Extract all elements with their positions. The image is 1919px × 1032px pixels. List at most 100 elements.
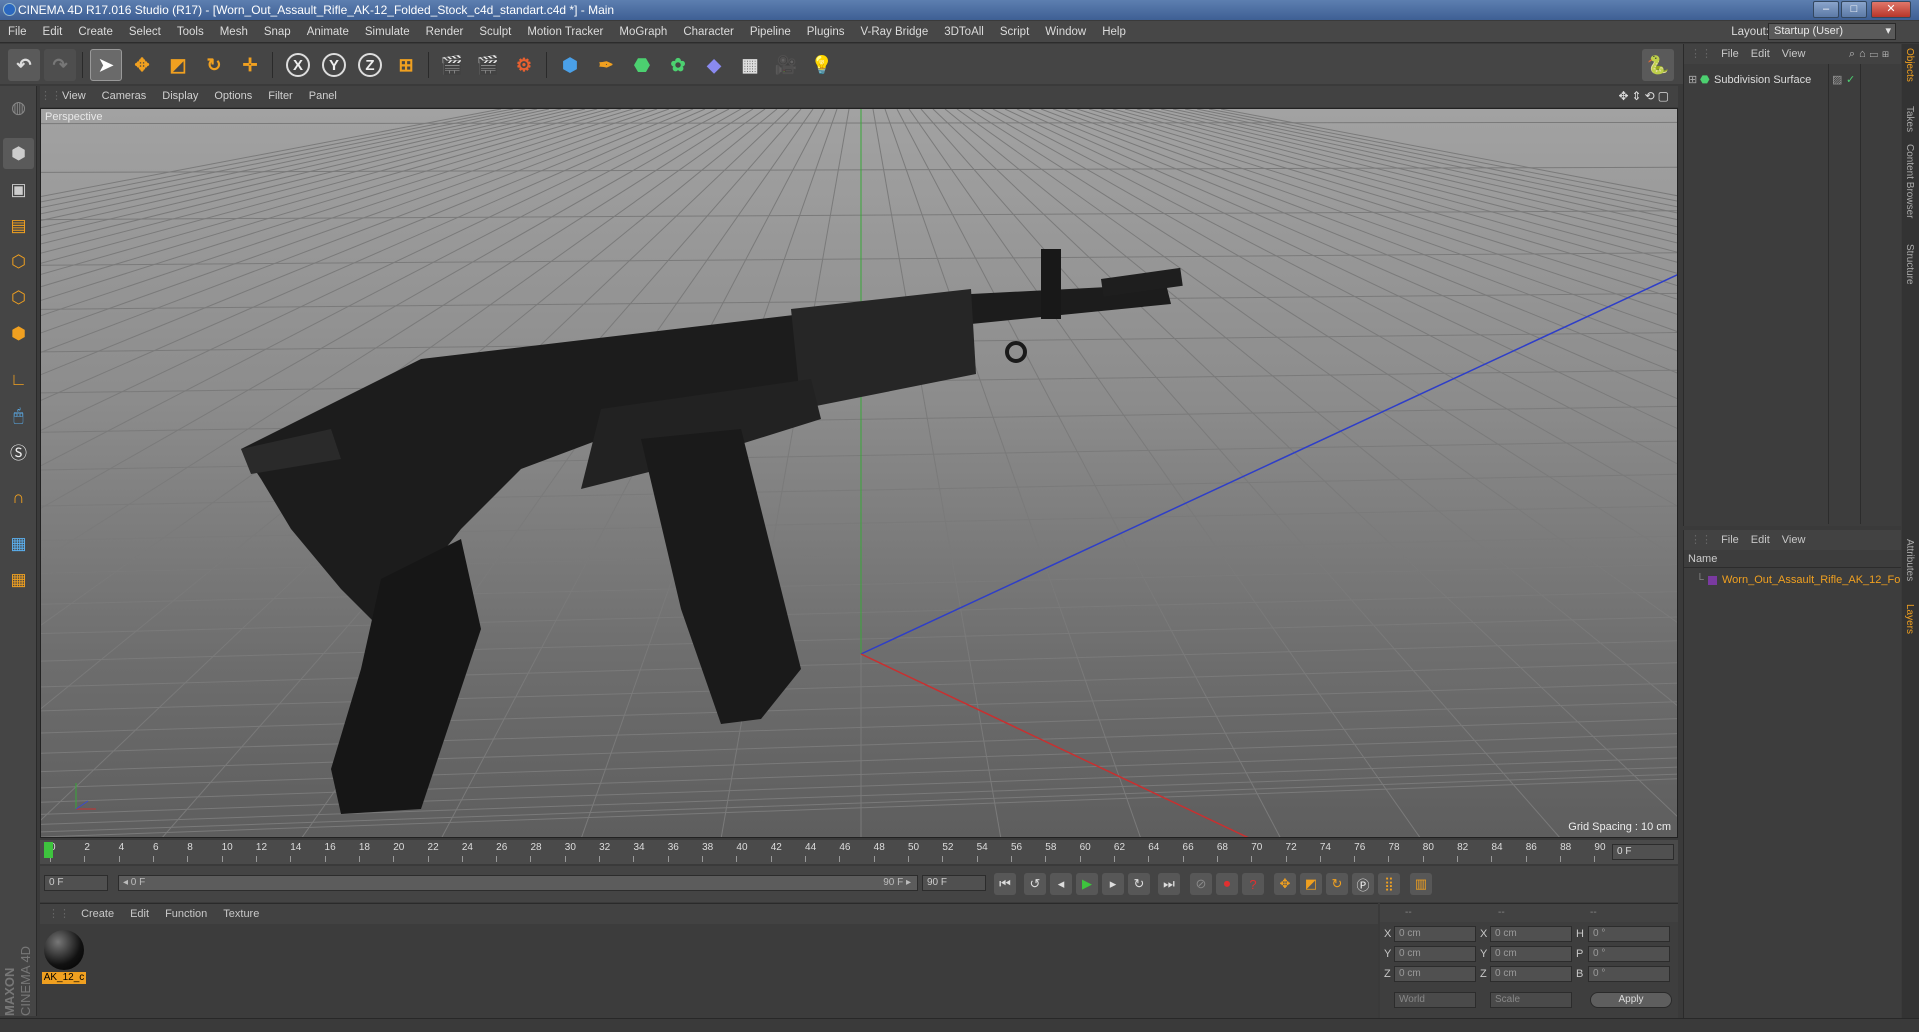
size-x-field[interactable]: 0 cm	[1490, 926, 1572, 942]
mograph-cloner-icon[interactable]: ✿	[662, 49, 694, 81]
timeline-ruler[interactable]: 0246810121416182022242628303234363840424…	[40, 840, 1678, 864]
tab-content-browser[interactable]: Content Browser	[1904, 144, 1915, 218]
viewport-menu-display[interactable]: Display	[154, 86, 206, 107]
y-axis-lock-button[interactable]: Y	[318, 49, 350, 81]
menu-motion-tracker[interactable]: Motion Tracker	[519, 21, 611, 43]
menu-3dtoall[interactable]: 3DToAll	[936, 21, 992, 43]
layer-menu-view[interactable]: View	[1776, 534, 1812, 546]
cube-primitive-icon[interactable]: ⬢	[554, 49, 586, 81]
preview-range-slider[interactable]: ◂ 0 F 90 F ▸	[118, 875, 918, 891]
material-swatch[interactable]: AK_12_c	[42, 928, 86, 984]
rotate-tool-icon[interactable]: ↻	[198, 49, 230, 81]
viewport-menu-options[interactable]: Options	[206, 86, 260, 107]
object-row[interactable]: ⊞ ⬣ Subdivision Surface ▨ ✓	[1684, 72, 1902, 88]
model-mode-icon[interactable]: ⬢	[3, 138, 34, 169]
menu-render[interactable]: Render	[418, 21, 472, 43]
next-key-icon[interactable]: ↻	[1128, 873, 1150, 895]
expand-icon[interactable]: ⊞	[1688, 72, 1697, 88]
position-x-field[interactable]: 0 cm	[1394, 926, 1476, 942]
scale-tool-icon[interactable]: ◩	[162, 49, 194, 81]
menu-snap[interactable]: Snap	[256, 21, 299, 43]
menu-mesh[interactable]: Mesh	[212, 21, 256, 43]
axis-mode-icon[interactable]: ∟	[3, 364, 34, 395]
material-menu-create[interactable]: Create	[73, 908, 122, 920]
spline-pen-icon[interactable]: ✒	[590, 49, 622, 81]
viewport-menu-filter[interactable]: Filter	[260, 86, 300, 107]
layer-menu-edit[interactable]: Edit	[1745, 534, 1776, 546]
material-menu-texture[interactable]: Texture	[215, 908, 267, 920]
tab-layers[interactable]: Layers	[1904, 604, 1915, 634]
menu-animate[interactable]: Animate	[299, 21, 357, 43]
rotation-p-field[interactable]: 0 °	[1588, 946, 1670, 962]
layout-select[interactable]: Startup (User) ▾	[1768, 23, 1896, 40]
redo-icon[interactable]: ↷	[44, 49, 76, 81]
make-editable-icon[interactable]: ◍	[3, 92, 34, 123]
viewport-menu-panel[interactable]: Panel	[301, 86, 345, 107]
world-dropdown[interactable]: World	[1394, 992, 1476, 1008]
points-mode-icon[interactable]: ⬡	[3, 246, 34, 277]
floor-environment-icon[interactable]: ▦	[734, 49, 766, 81]
autokeying-icon[interactable]: ?	[1242, 873, 1264, 895]
light-bulb-icon[interactable]: 💡	[806, 49, 838, 81]
previous-frame-icon[interactable]: ◂	[1050, 873, 1072, 895]
snap-icon[interactable]: Ⓢ	[3, 436, 34, 467]
play-icon[interactable]: ▶	[1076, 873, 1098, 895]
rotation-b-field[interactable]: 0 °	[1588, 966, 1670, 982]
position-y-field[interactable]: 0 cm	[1394, 946, 1476, 962]
menu-mograph[interactable]: MoGraph	[611, 21, 675, 43]
tab-attributes[interactable]: Attributes	[1904, 539, 1915, 581]
move-tool-icon[interactable]: ✥	[126, 49, 158, 81]
rotation-h-field[interactable]: 0 °	[1588, 926, 1670, 942]
material-menu-edit[interactable]: Edit	[122, 908, 157, 920]
workplane-lock-icon[interactable]: ▦	[3, 528, 34, 559]
key-rotation-icon[interactable]: ↻	[1326, 873, 1348, 895]
material-menu-function[interactable]: Function	[157, 908, 215, 920]
object-search-icons[interactable]: ⌕⌂▭⊞	[1849, 44, 1893, 64]
size-z-field[interactable]: 0 cm	[1490, 966, 1572, 982]
go-to-start-icon[interactable]: ⏮	[994, 873, 1016, 895]
key-position-icon[interactable]: ✥	[1274, 873, 1296, 895]
tab-structure[interactable]: Structure	[1904, 244, 1915, 285]
start-frame-field[interactable]: 0 F	[44, 875, 108, 891]
menu-edit[interactable]: Edit	[35, 21, 71, 43]
go-to-end-icon[interactable]: ⏭	[1158, 873, 1180, 895]
menu-sculpt[interactable]: Sculpt	[471, 21, 519, 43]
menu-select[interactable]: Select	[121, 21, 169, 43]
python-icon[interactable]: 🐍	[1642, 49, 1674, 81]
previous-key-icon[interactable]: ↺	[1024, 873, 1046, 895]
menu-pipeline[interactable]: Pipeline	[742, 21, 799, 43]
current-frame-field[interactable]: 0 F	[1612, 844, 1674, 860]
undo-icon[interactable]: ↶	[8, 49, 40, 81]
workplane-mode-icon[interactable]: ▤	[3, 210, 34, 241]
layer-row[interactable]: └ Worn_Out_Assault_Rifle_AK_12_Fo	[1684, 572, 1902, 588]
object-visibility-icon[interactable]: ▨	[1832, 72, 1842, 88]
render-view-icon[interactable]: 🎬	[436, 49, 468, 81]
texture-mode-icon[interactable]: ▣	[3, 174, 34, 205]
magnet-icon[interactable]: ∩	[3, 482, 34, 513]
scale-dropdown[interactable]: Scale	[1490, 992, 1572, 1008]
camera-icon[interactable]: 🎥	[770, 49, 802, 81]
render-picture-viewer-icon[interactable]: 🎬	[472, 49, 504, 81]
menu-create[interactable]: Create	[70, 21, 121, 43]
x-axis-lock-button[interactable]: X	[282, 49, 314, 81]
recent-tool-icon[interactable]: ✛	[234, 49, 266, 81]
menu-file[interactable]: File	[0, 21, 35, 43]
select-cursor-icon[interactable]: ➤	[90, 49, 122, 81]
timeline-window-icon[interactable]: ▥	[1410, 873, 1432, 895]
viewport-menu-view[interactable]: View	[54, 86, 94, 107]
workplane-grid-icon[interactable]: ▦	[3, 564, 34, 595]
apply-button[interactable]: Apply	[1590, 992, 1672, 1008]
playhead-marker[interactable]	[44, 842, 53, 858]
tab-takes[interactable]: Takes	[1904, 106, 1915, 132]
key-scale-icon[interactable]: ◩	[1300, 873, 1322, 895]
menu-window[interactable]: Window	[1037, 21, 1094, 43]
coordinate-system-icon[interactable]: ⊞	[390, 49, 422, 81]
menu-simulate[interactable]: Simulate	[357, 21, 418, 43]
viewport-navigation-icons[interactable]: ✥⇕⟲▢	[1618, 89, 1672, 103]
menu-help[interactable]: Help	[1094, 21, 1134, 43]
record-active-objects-icon[interactable]: ⏺	[1216, 873, 1238, 895]
close-button[interactable]: ✕	[1871, 1, 1911, 18]
maximize-button[interactable]: □	[1841, 1, 1867, 18]
menu-tools[interactable]: Tools	[169, 21, 212, 43]
size-y-field[interactable]: 0 cm	[1490, 946, 1572, 962]
